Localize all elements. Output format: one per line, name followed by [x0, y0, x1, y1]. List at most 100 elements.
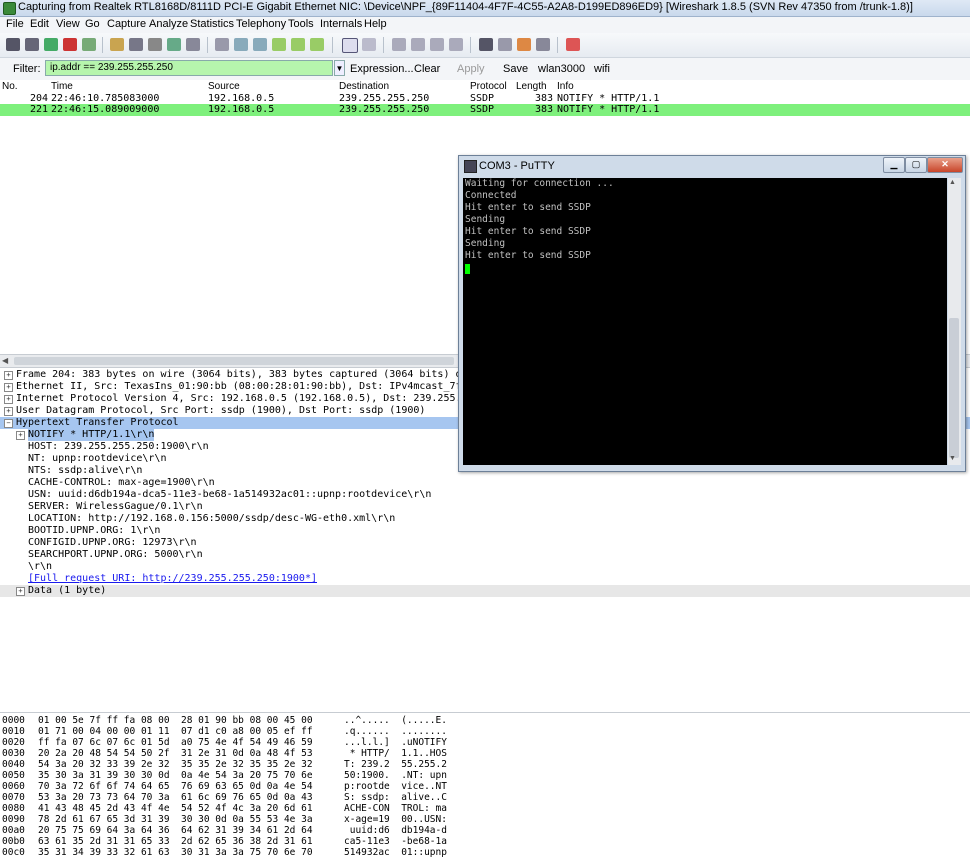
options-icon[interactable] [25, 38, 39, 51]
wifi-filter-button[interactable]: wifi [594, 63, 610, 75]
expand-icon[interactable]: + [4, 407, 13, 416]
menu-internals[interactable]: Internals [320, 18, 362, 30]
title-bar: Capturing from Realtek RTL8168D/8111D PC… [0, 0, 970, 17]
tree-item-label: NTS: ssdp:alive\r\n [28, 465, 143, 476]
menu-file[interactable]: File [6, 18, 24, 30]
putty-window[interactable]: COM3 - PuTTY ▁ ▢ ✕ Waiting for connectio… [458, 155, 966, 472]
go-back-icon[interactable] [234, 38, 248, 51]
menu-tools[interactable]: Tools [288, 18, 314, 30]
hex-offset: 0020 [2, 737, 25, 748]
hex-bytes: 63 61 35 2d 31 31 65 33 2d 62 65 36 38 2… [38, 836, 313, 847]
hex-ascii: ACHE-CON TROL: ma [344, 803, 447, 814]
clear-button[interactable]: Clear [414, 63, 440, 75]
reload-icon[interactable] [167, 38, 181, 51]
filter-dropdown-icon[interactable]: ▼ [334, 60, 345, 76]
resize-columns-icon[interactable] [449, 38, 463, 51]
tree-item-configid[interactable]: CONFIGID.UPNP.ORG: 12973\r\n [0, 537, 970, 549]
hex-bytes: 70 3a 72 6f 6f 74 64 65 76 69 63 65 0d 0… [38, 781, 313, 792]
go-to-packet-icon[interactable] [272, 38, 286, 51]
terminal-scrollbar[interactable]: ▲ ▼ [948, 178, 961, 465]
help-icon[interactable] [566, 38, 580, 51]
hex-bytes: 53 3a 20 73 73 64 70 3a 61 6c 69 76 65 0… [38, 792, 313, 803]
tree-item-data[interactable]: + Data (1 byte) [0, 585, 970, 597]
print-icon[interactable] [186, 38, 200, 51]
stop-capture-icon[interactable] [63, 38, 77, 51]
close-file-icon[interactable] [148, 38, 162, 51]
preferences-icon[interactable] [536, 38, 550, 51]
tree-item-usn[interactable]: USN: uuid:d6db194a-dca5-11e3-be68-1a5149… [0, 489, 970, 501]
menu-telephony[interactable]: Telephony [236, 18, 286, 30]
expand-icon[interactable]: + [16, 587, 25, 596]
menu-statistics[interactable]: Statistics [190, 18, 234, 30]
scroll-thumb[interactable] [14, 357, 454, 365]
putty-app-icon [464, 160, 477, 173]
terminal-area[interactable]: Waiting for connection ... Connected Hit… [463, 178, 947, 465]
scroll-up-icon[interactable]: ▲ [949, 179, 956, 186]
tree-item-full-uri[interactable]: [Full request URI: http://239.255.255.25… [0, 573, 970, 585]
close-button[interactable]: ✕ [927, 157, 963, 173]
menu-view[interactable]: View [56, 18, 80, 30]
menu-help[interactable]: Help [364, 18, 387, 30]
tree-item-bootid[interactable]: BOOTID.UPNP.ORG: 1\r\n [0, 525, 970, 537]
menu-analyze[interactable]: Analyze [149, 18, 188, 30]
wireshark-app-icon [3, 2, 16, 15]
coloring-rules-icon[interactable] [517, 38, 531, 51]
maximize-button[interactable]: ▢ [905, 157, 927, 173]
menu-edit[interactable]: Edit [30, 18, 49, 30]
auto-scroll-icon[interactable] [362, 38, 376, 51]
expand-icon[interactable]: + [4, 395, 13, 404]
zoom-in-icon[interactable] [392, 38, 406, 51]
tree-item-searchport[interactable]: SEARCHPORT.UPNP.ORG: 5000\r\n [0, 549, 970, 561]
colorize-icon[interactable] [342, 38, 358, 53]
menu-bar: File Edit View Go Capture Analyze Statis… [0, 17, 970, 33]
full-request-uri-link[interactable]: [Full request URI: http://239.255.255.25… [28, 573, 317, 585]
display-filter-input[interactable]: ip.addr == 239.255.255.250 [45, 60, 333, 76]
tree-item-cache-control[interactable]: CACHE-CONTROL: max-age=1900\r\n [0, 477, 970, 489]
hex-offset: 0040 [2, 759, 25, 770]
menu-capture[interactable]: Capture [107, 18, 146, 30]
expand-icon[interactable]: + [16, 431, 25, 440]
open-file-icon[interactable] [110, 38, 124, 51]
hex-offset: 0030 [2, 748, 25, 759]
display-filters-icon[interactable] [498, 38, 512, 51]
column-protocol[interactable]: Protocol [470, 81, 507, 92]
zoom-out-icon[interactable] [411, 38, 425, 51]
go-last-icon[interactable] [310, 38, 324, 51]
tree-item-location[interactable]: LOCATION: http://192.168.0.156:5000/ssdp… [0, 513, 970, 525]
scroll-left-icon[interactable]: ◀ [2, 356, 8, 365]
save-file-icon[interactable] [129, 38, 143, 51]
find-packet-icon[interactable] [215, 38, 229, 51]
go-forward-icon[interactable] [253, 38, 267, 51]
interfaces-icon[interactable] [6, 38, 20, 51]
scroll-thumb[interactable] [949, 318, 959, 458]
menu-go[interactable]: Go [85, 18, 100, 30]
apply-button[interactable]: Apply [457, 63, 485, 75]
restart-capture-icon[interactable] [82, 38, 96, 51]
column-destination[interactable]: Destination [339, 81, 389, 92]
tree-item-server[interactable]: SERVER: WirelessGague/0.1\r\n [0, 501, 970, 513]
window-title: Capturing from Realtek RTL8168D/8111D PC… [18, 1, 913, 13]
expand-icon[interactable]: + [4, 383, 13, 392]
go-first-icon[interactable] [291, 38, 305, 51]
expand-icon[interactable]: + [4, 371, 13, 380]
start-capture-icon[interactable] [44, 38, 58, 51]
collapse-icon[interactable]: − [4, 419, 13, 428]
expression-button[interactable]: Expression... [350, 63, 414, 75]
capture-filters-icon[interactable] [479, 38, 493, 51]
hex-offset: 00b0 [2, 836, 25, 847]
zoom-normal-icon[interactable] [430, 38, 444, 51]
column-length[interactable]: Length [516, 81, 547, 92]
column-info[interactable]: Info [557, 81, 574, 92]
column-no[interactable]: No. [2, 81, 18, 92]
wlan3000-filter-button[interactable]: wlan3000 [538, 63, 585, 75]
filter-label: Filter: [13, 63, 41, 75]
terminal-line: Hit enter to send SSDP [465, 250, 591, 261]
column-source[interactable]: Source [208, 81, 240, 92]
save-filter-button[interactable]: Save [503, 63, 528, 75]
packet-protocol: SSDP [470, 104, 495, 115]
minimize-button[interactable]: ▁ [883, 157, 905, 173]
column-time[interactable]: Time [51, 81, 73, 92]
tree-item-crlf[interactable]: \r\n [0, 561, 970, 573]
scroll-down-icon[interactable]: ▼ [949, 455, 956, 462]
packet-row-selected[interactable]: 221 22:46:15.089009000 192.168.0.5 239.2… [0, 104, 970, 116]
